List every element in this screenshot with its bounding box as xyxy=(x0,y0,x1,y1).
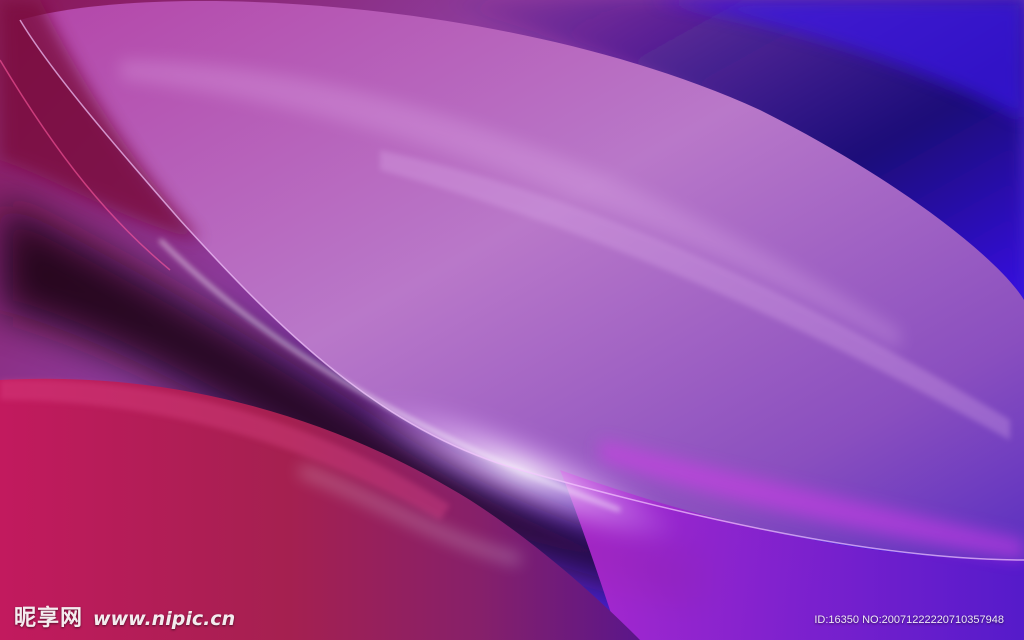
abstract-wave-artwork xyxy=(0,0,1024,640)
watermark-brand: 昵享网 xyxy=(14,606,84,631)
watermark-logo: 昵享网 www.nipic.cn xyxy=(14,600,235,632)
wallpaper: 昵享网 www.nipic.cn ID:16350 NO:20071222220… xyxy=(0,0,1024,640)
watermark-site: www.nipic.cn xyxy=(93,608,236,630)
watermark-id: ID:16350 NO:20071222220710357948 xyxy=(814,614,1004,626)
